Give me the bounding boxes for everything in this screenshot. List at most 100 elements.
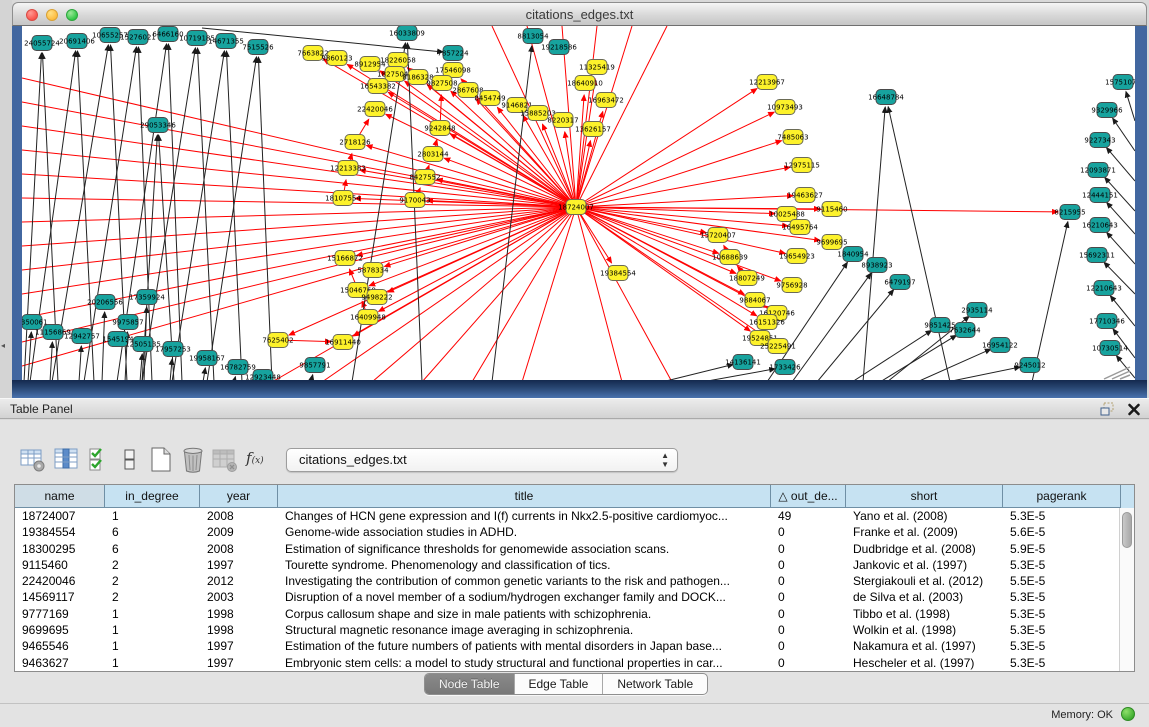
column-header-short[interactable]: short [846, 485, 1003, 508]
collapsed-control-panel-strip[interactable] [0, 0, 12, 398]
graph-node[interactable]: 19463627 [787, 188, 823, 203]
table-row[interactable]: 1938455462009Genome-wide association stu… [15, 524, 1121, 540]
graph-node[interactable]: 16033809 [389, 26, 425, 41]
table-cell: 1 [105, 655, 200, 671]
graph-node[interactable]: 7515526 [242, 40, 274, 55]
table-row[interactable]: 2242004622012Investigating the contribut… [15, 573, 1121, 589]
svg-text:14671355: 14671355 [208, 38, 244, 46]
graph-node[interactable]: 15720407 [700, 228, 736, 243]
network-canvas[interactable]: 2405572420691406106552571527602164661601… [22, 26, 1135, 382]
graph-node[interactable]: 6479197 [884, 275, 915, 290]
graph-node[interactable]: 11325419 [579, 60, 615, 75]
graph-node[interactable]: 1733426 [769, 360, 801, 375]
graph-node[interactable]: 12213967 [749, 75, 785, 90]
graph-node[interactable]: 16210643 [1082, 218, 1118, 233]
graph-node[interactable]: 9170043 [399, 193, 430, 208]
graph-node[interactable]: 12444151 [1082, 188, 1118, 203]
graph-node[interactable]: 15751074 [1105, 75, 1135, 90]
graph-node[interactable]: 9245012 [1014, 358, 1045, 373]
graph-node[interactable]: 12210643 [1086, 281, 1122, 296]
graph-node[interactable]: 12975115 [784, 158, 820, 173]
graph-node[interactable]: 8813054 [517, 29, 549, 44]
canvas-resize-grip[interactable] [1100, 366, 1132, 380]
graph-node[interactable]: 14136141 [725, 355, 761, 370]
graph-node[interactable]: 9857791 [299, 358, 330, 373]
graph-node[interactable]: 9227343 [1084, 133, 1115, 148]
graph-node[interactable]: 2718126 [339, 135, 371, 150]
graph-node[interactable]: 9699695 [816, 235, 847, 250]
delete-table-icon[interactable] [178, 446, 208, 474]
graph-node[interactable]: 12213383 [330, 161, 366, 176]
tab-node-table[interactable]: Node Table [425, 674, 515, 694]
node-table[interactable]: namein_degreeyeartitle△ out_de...shortpa… [14, 484, 1135, 672]
column-header-pagerank[interactable]: pagerank [1003, 485, 1121, 508]
memory-status-indicator[interactable] [1121, 707, 1135, 721]
graph-node[interactable]: 9756928 [776, 278, 807, 293]
graph-node[interactable]: 15166872 [327, 251, 363, 266]
table-row[interactable]: 977716911998Corpus callosum shape and si… [15, 606, 1121, 622]
column-header-title[interactable]: title [278, 485, 771, 508]
graph-node[interactable]: 19384554 [600, 266, 636, 281]
graph-node[interactable]: 22420046 [357, 102, 393, 117]
splitter-collapse-arrow[interactable]: ◂ [1, 341, 5, 350]
table-vertical-scrollbar[interactable] [1119, 508, 1134, 672]
rows-icon[interactable] [116, 446, 146, 474]
table-selector-dropdown[interactable]: citations_edges.txt ▲▼ [286, 448, 678, 472]
graph-node[interactable]: 19654923 [779, 249, 815, 264]
table-row[interactable]: 911546021997Tourette syndrome. Phenomeno… [15, 557, 1121, 573]
table-row[interactable]: 1872400712008Changes of HCN gene express… [15, 508, 1121, 524]
graph-node[interactable]: 16409948 [350, 310, 386, 325]
function-builder-icon[interactable]: f(x) [246, 446, 276, 474]
graph-node[interactable]: 9329966 [1091, 103, 1123, 118]
graph-node[interactable]: 2935114 [961, 303, 993, 318]
row-select-icon[interactable] [86, 446, 116, 474]
graph-node[interactable]: 16963472 [588, 93, 624, 108]
graph-node[interactable]: 17710346 [1089, 314, 1125, 329]
graph-node[interactable]: 10688639 [712, 250, 748, 265]
table-row[interactable]: 969969511998Structural magnetic resonanc… [15, 622, 1121, 638]
table-row[interactable]: 946554611997Estimation of the future num… [15, 638, 1121, 654]
table-row[interactable]: 946362711997Embryonic stem cells: a mode… [15, 655, 1121, 671]
graph-node[interactable]: 10973493 [767, 100, 803, 115]
graph-node[interactable]: 16911440 [325, 335, 361, 350]
graph-node[interactable]: 13626157 [575, 122, 611, 137]
graph-node[interactable]: 9975857 [112, 315, 143, 330]
graph-node[interactable]: 12093871 [1080, 163, 1116, 178]
graph-node[interactable]: 17359924 [129, 290, 165, 305]
graph-node[interactable]: 19218586 [541, 40, 577, 55]
graph-node[interactable]: 16648784 [868, 90, 904, 105]
svg-text:9884067: 9884067 [739, 297, 770, 305]
column-header-in_degree[interactable]: in_degree [105, 485, 200, 508]
scrollbar-thumb[interactable] [1122, 512, 1132, 548]
float-panel-icon[interactable] [1100, 402, 1117, 417]
table-settings-icon[interactable] [18, 446, 48, 474]
graph-node[interactable]: 20691406 [59, 34, 95, 49]
graph-node[interactable]: 5878334 [357, 263, 389, 278]
graph-node[interactable]: 20206556 [87, 295, 123, 310]
graph-node[interactable]: 7857224 [437, 46, 469, 61]
graph-node[interactable]: 8427552 [409, 170, 440, 185]
graph-node[interactable]: 8215955 [1054, 205, 1085, 220]
column-header-year[interactable]: year [200, 485, 278, 508]
column-select-icon[interactable] [52, 446, 82, 474]
graph-node[interactable]: 1840954 [837, 247, 869, 262]
graph-node[interactable]: 16782759 [220, 360, 256, 375]
graph-node[interactable]: 8938923 [861, 258, 892, 273]
table-cell: 0 [771, 557, 846, 573]
graph-node[interactable]: 7485063 [777, 130, 808, 145]
network-graph[interactable]: 2405572420691406106552571527602164661601… [22, 26, 1135, 382]
graph-node[interactable]: 18640910 [567, 76, 603, 91]
new-table-icon[interactable] [146, 446, 176, 474]
graph-node[interactable]: 2803144 [417, 147, 449, 162]
table-row[interactable]: 1830029562008Estimation of significance … [15, 541, 1121, 557]
table-row[interactable]: 1456911722003Disruption of a novel membe… [15, 589, 1121, 605]
graph-node[interactable]: 9115460 [816, 202, 847, 217]
close-panel-icon[interactable] [1126, 401, 1142, 417]
tab-network-table[interactable]: Network Table [603, 674, 707, 694]
tab-edge-table[interactable]: Edge Table [515, 674, 604, 694]
graph-node[interactable]: 24055724 [24, 36, 60, 51]
column-header-out_de[interactable]: △ out_de... [771, 485, 846, 508]
network-window-titlebar[interactable]: citations_edges.txt [12, 2, 1147, 26]
column-header-name[interactable]: name [15, 485, 105, 508]
graph-node[interactable]: 15692311 [1079, 248, 1115, 263]
